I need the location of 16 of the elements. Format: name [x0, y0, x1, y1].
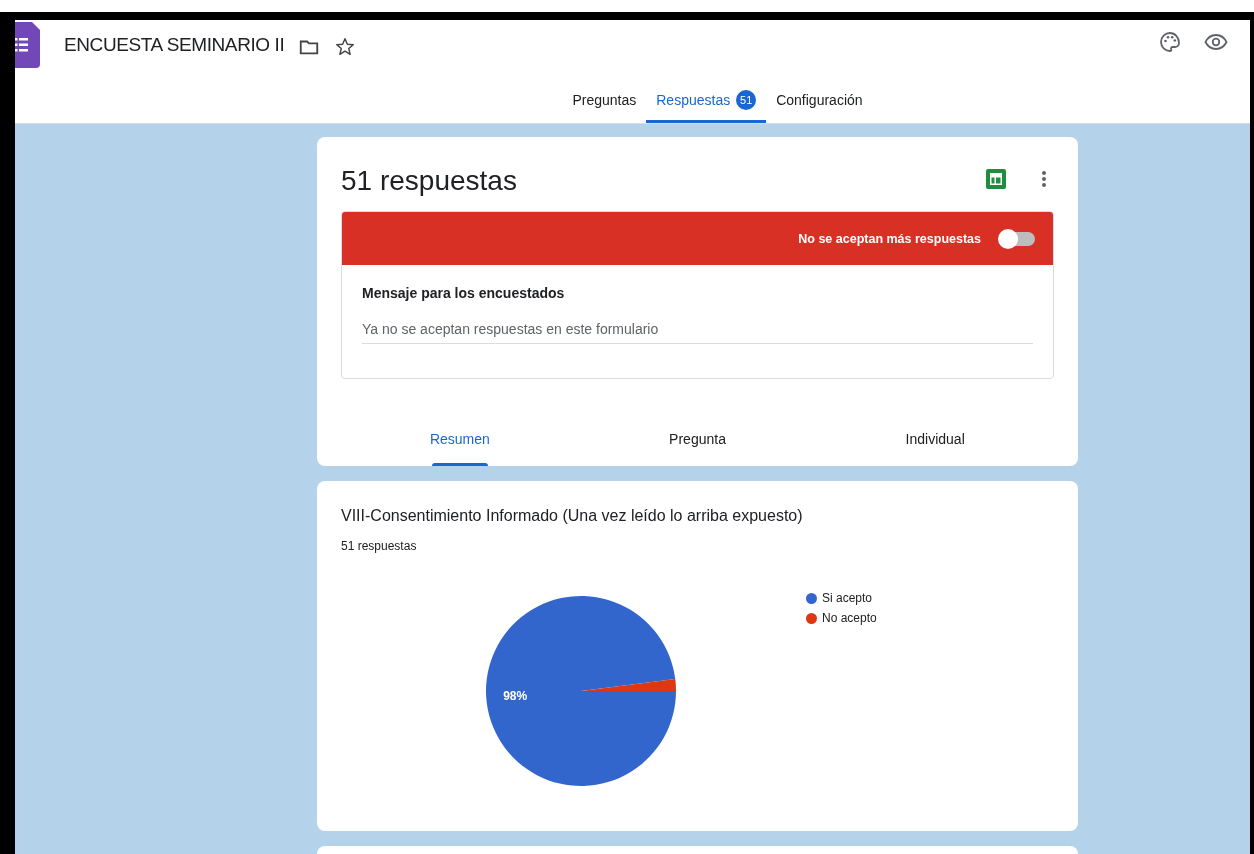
- legend-label: No acepto: [822, 611, 877, 625]
- view-tab[interactable]: Resumen: [341, 412, 579, 466]
- question-title: VIII-Consentimiento Informado (Una vez leído lo arriba expuesto): [341, 507, 804, 525]
- message-label: Mensaje para los encuestados: [362, 285, 566, 301]
- view-tab[interactable]: Pregunta: [578, 412, 817, 466]
- accepting-label: No se aceptan más respuestas: [798, 231, 981, 246]
- tab[interactable]: Preguntas: [562, 79, 647, 123]
- message-field[interactable]: Ya no se aceptan respuestas en este formulario: [362, 321, 1033, 344]
- responses-heading: 51 respuestas: [341, 165, 518, 197]
- count-badge: 51: [736, 89, 757, 110]
- response-count: 51 respuestas: [341, 539, 418, 553]
- view-tab[interactable]: Individual: [816, 412, 1054, 466]
- legend-label: Si acepto: [822, 591, 873, 605]
- percent-label: 98%: [503, 688, 528, 703]
- tab[interactable]: Configuración: [766, 79, 873, 123]
- form-title[interactable]: ENCUESTA SEMINARIO II: [64, 34, 285, 56]
